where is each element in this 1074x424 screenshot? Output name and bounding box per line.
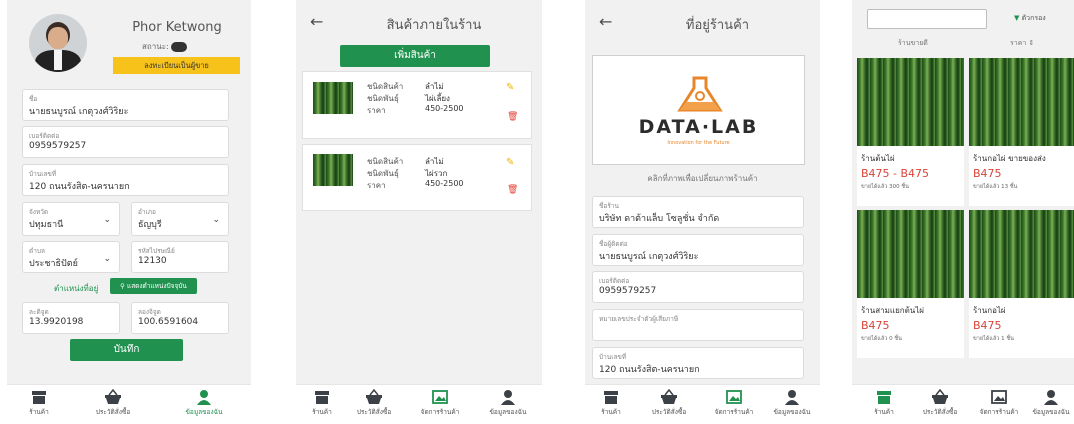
nav-history[interactable]: ประวัติสั่งซื้อ [914, 389, 966, 417]
shop-logo[interactable]: DATA·LAB Innovation for the Future [592, 55, 805, 165]
logo-text: DATA·LAB [638, 116, 759, 138]
shop-image [969, 58, 1074, 146]
image-icon [726, 390, 742, 404]
header: ← ที่อยู่ร้านค้า [585, 0, 820, 40]
contact-field[interactable]: ชื่อผู้ติดต่อ นายธนบูรณ์ เกตุวงศ์วิริยะ [592, 234, 804, 266]
nav-profile[interactable]: ข้อมูลของฉัน [1028, 389, 1074, 417]
basket-icon [366, 389, 382, 404]
edit-icon[interactable]: ✎ [506, 157, 514, 168]
chevron-down-icon: ⌄ [212, 215, 220, 225]
shop-address-screen: ← ที่อยู่ร้านค้า DATA·LAB Innovation for… [585, 0, 820, 424]
shop-card[interactable]: ร้านต้นไผ่ B475 - B475 ขายได้แล้ว 300 ชิ… [857, 58, 964, 206]
location-label: ตำแหน่งที่อยู่ [54, 284, 99, 293]
province-select[interactable]: จังหวัด ปทุมธานี ⌄ [22, 202, 120, 236]
logo-tagline: Innovation for the Future [667, 140, 730, 146]
nav-shop[interactable]: ร้านค้า [593, 389, 629, 417]
nav-profile[interactable]: ข้อมูลของฉัน [767, 389, 817, 417]
shop-list-screen: ▼ ตัวกรอง ร้านขายดี ราคา ⇕ ร้านต้นไผ่ B4… [852, 0, 1074, 424]
shop-card[interactable]: ร้านกอไผ่ B475 ขายได้แล้ว 1 ชิ้น [969, 210, 1074, 358]
filter-button[interactable]: ▼ ตัวกรอง [1014, 13, 1046, 24]
store-icon [877, 391, 891, 404]
trash-icon[interactable]: 🗑 [507, 112, 518, 122]
shop-card[interactable]: ร้านสามแยกต้นไผ่ B475 ขายได้แล้ว 0 ชิ้น [857, 210, 964, 358]
store-icon [32, 391, 46, 404]
status-badge [171, 41, 188, 52]
basket-icon [661, 389, 677, 404]
district-select[interactable]: อำเภอ ธัญบุรี ⌄ [131, 202, 229, 236]
subdistrict-select[interactable]: ตำบล ประชาธิปัตย์ ⌄ [22, 241, 120, 273]
bottom-nav: ร้านค้า ประวัติสั่งซื้อ จัดการร้านค้า ข้… [852, 384, 1074, 424]
product-image [313, 154, 353, 186]
name-field[interactable]: ชื่อ นายธนบูรณ์ เกตุวงศ์วิริยะ [22, 89, 229, 121]
shop-image [857, 58, 964, 146]
shop-name-field[interactable]: ชื่อร้าน บริษัท ดาต้าแล็บ โซลูชั่น จำกัด [592, 196, 804, 228]
latitude-field[interactable]: ละติจูด 13.9920198 [22, 302, 120, 334]
back-arrow-icon[interactable]: ← [310, 12, 323, 31]
profile-screen: Phor Ketwong สถานะ: ลงทะเบียนเป็นผู้ขาย … [7, 0, 251, 424]
filter-icon: ▼ [1014, 14, 1020, 22]
trash-icon[interactable]: 🗑 [507, 185, 518, 195]
product-card[interactable]: ชนิดสินค้า ลำไม่ ชนิดพันธุ์ ไผ่รวก ราคา … [302, 144, 532, 211]
nav-profile[interactable]: ข้อมูลของฉัน [179, 389, 229, 417]
nav-history[interactable]: ประวัติสั่งซื้อ [643, 389, 695, 417]
user-icon [1044, 390, 1058, 405]
back-arrow-icon[interactable]: ← [599, 12, 612, 31]
bottom-nav: ร้านค้า ประวัติสั่งซื้อ จัดการร้านค้า ข้… [585, 384, 820, 424]
avatar [29, 14, 87, 72]
user-name: Phor Ketwong [132, 20, 222, 35]
search-input[interactable] [867, 9, 987, 29]
status-label: สถานะ: [142, 42, 169, 51]
add-product-button[interactable]: เพิ่มสินค้า [340, 45, 490, 67]
nav-shop[interactable]: ร้านค้า [866, 389, 902, 417]
chevron-down-icon: ⌄ [103, 254, 111, 264]
map-pin-icon: ⚲ [120, 282, 125, 290]
shop-image [857, 210, 964, 298]
nav-manage[interactable]: จัดการร้านค้า [974, 389, 1024, 417]
shop-card[interactable]: ร้านกอไผ่ ขายของส่ง B475 ขายได้แล้ว 13 ช… [969, 58, 1074, 206]
basket-icon [932, 389, 948, 404]
user-icon [501, 390, 515, 405]
store-icon [604, 391, 618, 404]
shop-image [969, 210, 1074, 298]
show-location-button[interactable]: ⚲ แสดงตำแหน่งปัจจุบัน [110, 278, 197, 294]
user-icon [785, 390, 799, 405]
product-card[interactable]: ชนิดสินค้า ลำไม่ ชนิดพันธุ์ ไผ่เลี้ยง รา… [302, 71, 532, 139]
sort-tab-price[interactable]: ราคา ⇕ [1010, 38, 1034, 49]
nav-history[interactable]: ประวัติสั่งซื้อ [87, 389, 139, 417]
image-icon [991, 390, 1007, 404]
nav-shop[interactable]: ร้านค้า [19, 389, 59, 417]
tax-id-field[interactable]: หมายเลขประจำตัวผู้เสียภาษี [592, 309, 804, 341]
nav-history[interactable]: ประวัติสั่งซื้อ [348, 389, 400, 417]
page-title: ที่อยู่ร้านค้า [685, 18, 750, 33]
chevron-down-icon: ⌄ [103, 215, 111, 225]
address-field[interactable]: บ้านเลขที่ 120 ถนนรังสิต-นครนายก [592, 347, 804, 379]
flask-icon [677, 76, 723, 112]
header: ← สินค้าภายในร้าน [296, 0, 542, 40]
edit-icon[interactable]: ✎ [506, 82, 514, 93]
user-icon [197, 390, 211, 405]
bottom-nav: ร้านค้า ประวัติสั่งซื้อ ข้อมูลของฉัน [7, 384, 251, 424]
postcode-field[interactable]: รหัสไปรษณีย์ 12130 [131, 241, 229, 273]
store-icon [315, 391, 329, 404]
phone-field[interactable]: เบอร์ติดต่อ 0959579257 [22, 126, 229, 158]
nav-manage[interactable]: จัดการร้านค้า [414, 389, 466, 417]
phone-field[interactable]: เบอร์ติดต่อ 0959579257 [592, 271, 804, 303]
page-title: สินค้าภายในร้าน [386, 18, 482, 33]
products-screen: ← สินค้าภายในร้าน เพิ่มสินค้า ชนิดสินค้า… [296, 0, 542, 424]
register-seller-button[interactable]: ลงทะเบียนเป็นผู้ขาย [113, 57, 240, 74]
bottom-nav: ร้านค้า ประวัติสั่งซื้อ จัดการร้านค้า ข้… [296, 384, 542, 424]
product-image [313, 82, 353, 114]
save-button[interactable]: บันทึก [70, 339, 183, 361]
basket-icon [105, 389, 121, 404]
image-icon [432, 390, 448, 404]
sort-icon: ⇕ [1028, 39, 1035, 47]
nav-shop[interactable]: ร้านค้า [304, 389, 340, 417]
nav-manage[interactable]: จัดการร้านค้า [709, 389, 759, 417]
longitude-field[interactable]: ลองจิจูด 100.6591604 [131, 302, 229, 334]
nav-profile[interactable]: ข้อมูลของฉัน [482, 389, 534, 417]
address-field[interactable]: บ้านเลขที่ 120 ถนนรังสิต-นครนายก [22, 164, 229, 196]
sort-tab-bestseller[interactable]: ร้านขายดี [898, 38, 928, 49]
logo-hint: คลิกที่ภาพเพื่อเปลี่ยนภาพร้านค้า [647, 174, 758, 183]
